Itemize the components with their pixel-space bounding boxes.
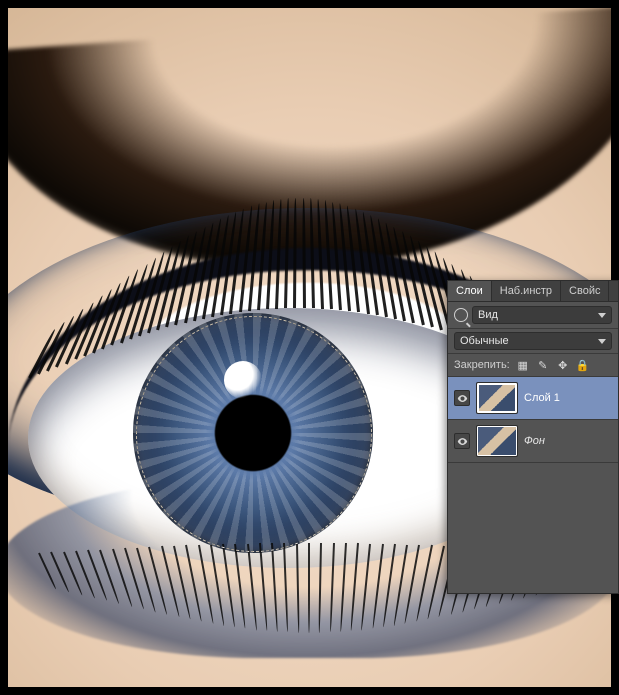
layer-thumbnail[interactable] [476,382,518,414]
search-icon [454,308,468,322]
tab-layers[interactable]: Слои [448,281,492,301]
layer-filter-label: Вид [478,309,498,321]
layer-row[interactable]: Слой 1 [448,377,618,420]
lock-pixels-icon[interactable]: ▦ [516,358,530,372]
chevron-down-icon [598,339,606,344]
visibility-toggle[interactable] [454,433,470,449]
layer-row[interactable]: Фон [448,420,618,463]
app-stage: Слои Наб.инстр Свойс Вид Обычные Закрепи… [0,0,619,695]
panel-spacer [448,463,618,593]
selection-marquee[interactable] [136,316,372,552]
layer-list: Слой 1 Фон [448,377,618,463]
visibility-toggle[interactable] [454,390,470,406]
blend-mode-row: Обычные [448,329,618,354]
lock-brush-icon[interactable]: ✎ [536,358,550,372]
layer-filter-select[interactable]: Вид [472,306,612,324]
tab-properties[interactable]: Свойс [561,281,609,301]
layers-panel: Слои Наб.инстр Свойс Вид Обычные Закрепи… [447,280,619,594]
layer-name: Фон [524,435,545,447]
lock-row: Закрепить: ▦ ✎ ✥ 🔒 [448,354,618,377]
lock-position-icon[interactable]: ✥ [556,358,570,372]
layer-thumbnail[interactable] [476,425,518,457]
blend-mode-select[interactable]: Обычные [454,332,612,350]
chevron-down-icon [598,313,606,318]
panel-tabs: Слои Наб.инстр Свойс [448,281,618,302]
blend-mode-value: Обычные [460,335,509,347]
layer-name: Слой 1 [524,392,560,404]
lock-label: Закрепить: [454,359,510,371]
tab-adjustments[interactable]: Наб.инстр [492,281,561,301]
lock-all-icon[interactable]: 🔒 [576,358,590,372]
layer-filter-row: Вид [448,302,618,329]
